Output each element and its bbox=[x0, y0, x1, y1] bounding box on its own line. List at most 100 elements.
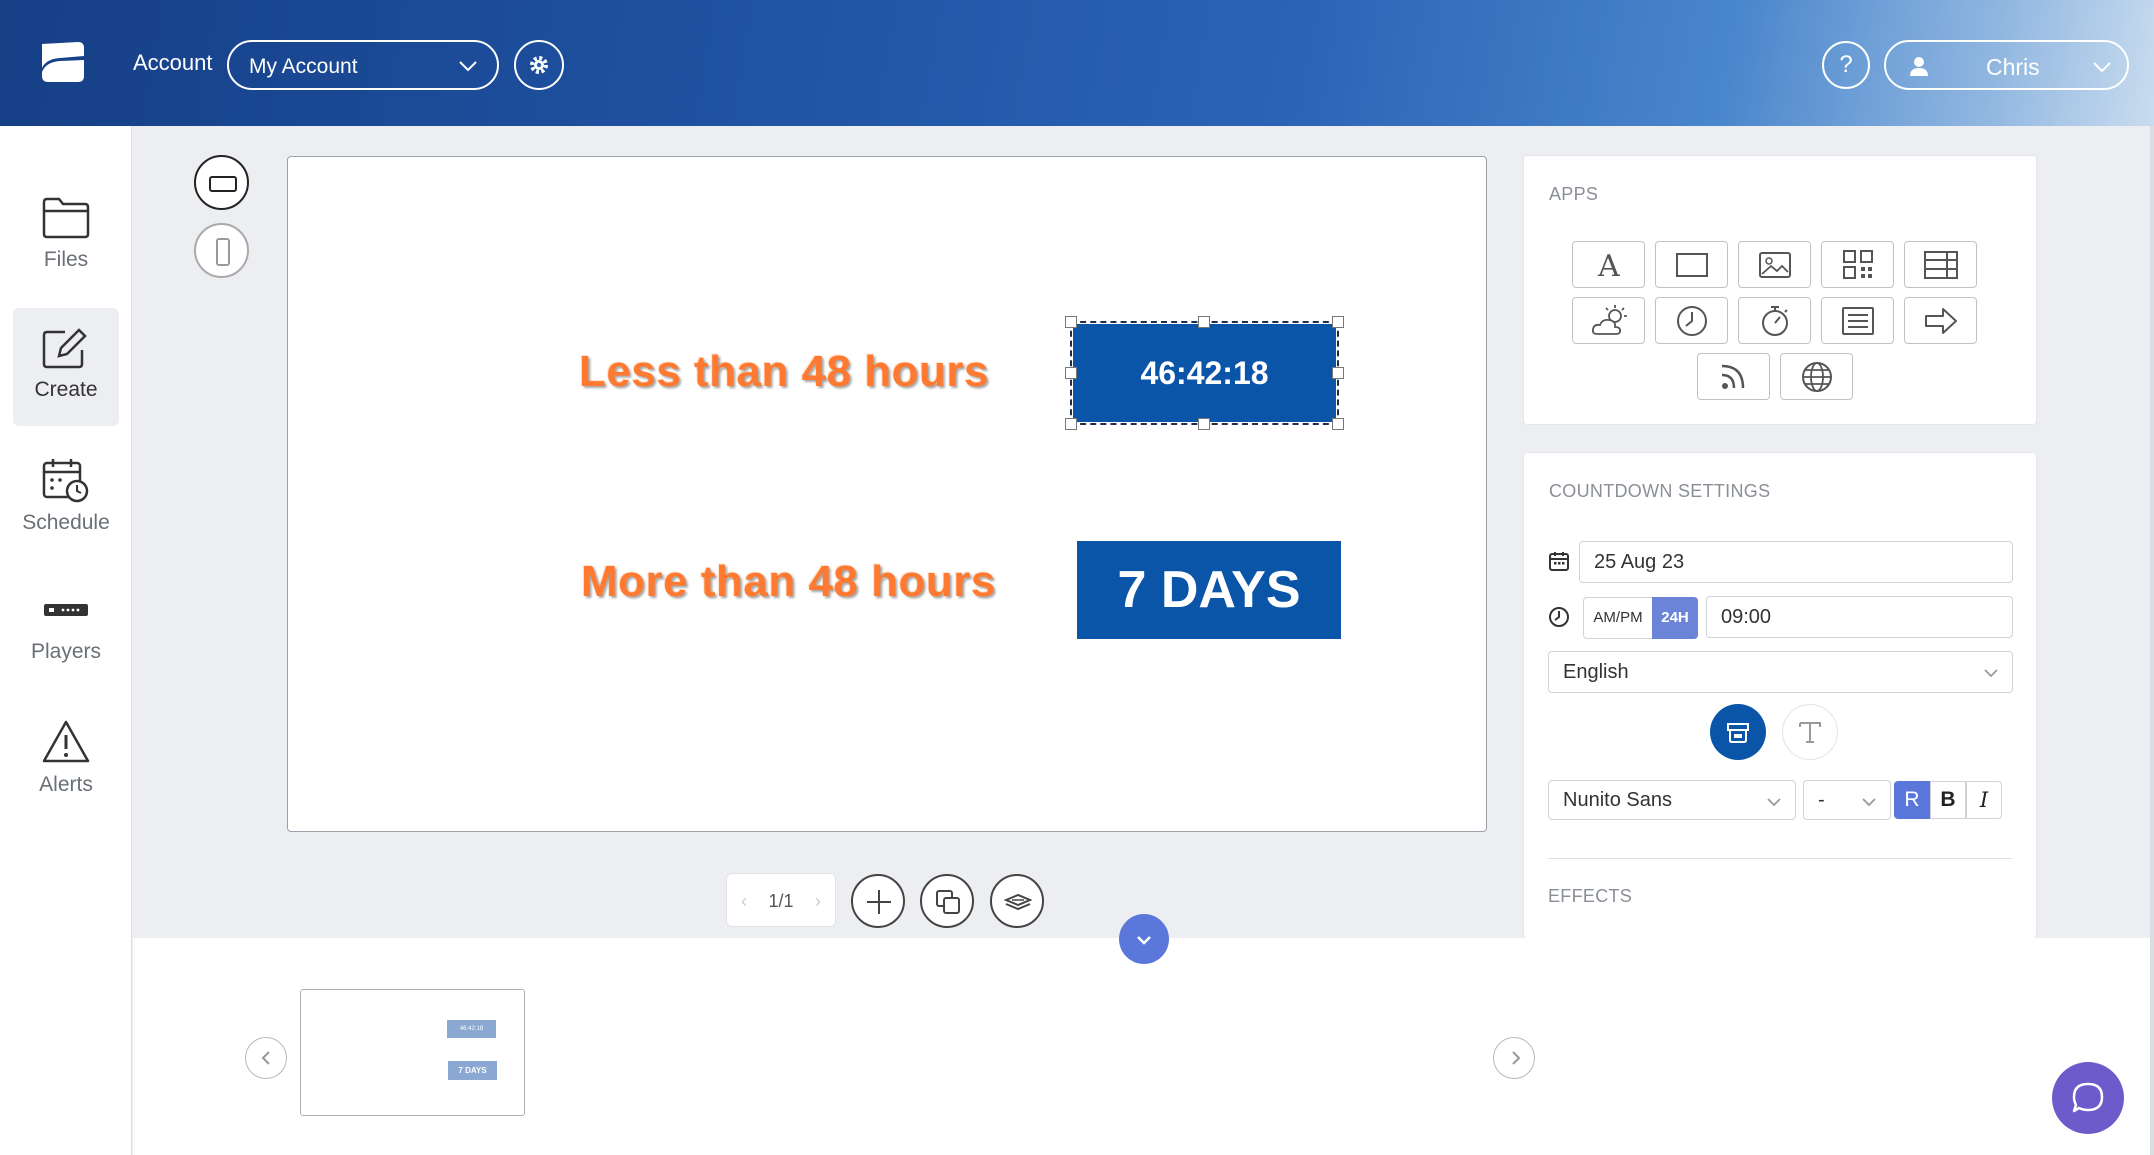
app-logo-icon[interactable] bbox=[38, 38, 88, 88]
24h-toggle[interactable]: 24H bbox=[1652, 597, 1698, 639]
warning-icon bbox=[42, 720, 90, 763]
regular-style-button[interactable]: R bbox=[1894, 781, 1930, 819]
thumbnail-timer: 46:42:18 bbox=[447, 1020, 496, 1038]
resize-handle[interactable] bbox=[1198, 316, 1210, 328]
sidebar-item-alerts[interactable]: Alerts bbox=[13, 701, 119, 819]
rectangle-icon bbox=[1676, 253, 1708, 277]
sidebar-item-create[interactable]: Create bbox=[13, 308, 119, 426]
chevron-down-icon bbox=[2093, 62, 2111, 73]
app-text[interactable]: A bbox=[1572, 241, 1645, 288]
app-countdown[interactable] bbox=[1738, 297, 1811, 344]
italic-style-button[interactable]: I bbox=[1966, 781, 2002, 819]
chevron-down-icon bbox=[1767, 798, 1781, 807]
language-select-value: English bbox=[1563, 661, 1629, 683]
chat-bubble-icon bbox=[2072, 1082, 2104, 1113]
add-slide-button[interactable] bbox=[851, 874, 905, 928]
text-mode-button[interactable] bbox=[1782, 704, 1838, 760]
calendar-clock-icon bbox=[42, 459, 89, 503]
prev-page-button[interactable]: ‹ bbox=[741, 874, 747, 928]
font-size-select[interactable]: - bbox=[1803, 780, 1891, 820]
style-mode-button[interactable] bbox=[1710, 704, 1766, 760]
resize-handle[interactable] bbox=[1065, 316, 1077, 328]
resize-handle[interactable] bbox=[1065, 367, 1077, 379]
text-icon: A bbox=[1597, 249, 1620, 282]
svg-text:A: A bbox=[1597, 249, 1620, 282]
app-weather[interactable] bbox=[1572, 297, 1645, 344]
resize-handle[interactable] bbox=[1065, 418, 1077, 430]
countdown-settings-title: COUNTDOWN SETTINGS bbox=[1549, 481, 1771, 501]
account-label: Account bbox=[133, 50, 213, 75]
help-button[interactable]: ? bbox=[1822, 41, 1870, 89]
web-icon bbox=[1802, 362, 1832, 392]
app-arrow[interactable] bbox=[1904, 297, 1977, 344]
user-menu-button[interactable]: Chris bbox=[1884, 40, 2129, 90]
sidebar-item-players[interactable]: Players bbox=[13, 570, 119, 688]
account-dropdown-value: My Account bbox=[249, 55, 358, 78]
countdown-icon bbox=[1762, 306, 1788, 336]
landscape-orientation-button[interactable] bbox=[194, 155, 249, 210]
countdown-settings-panel: COUNTDOWN SETTINGS bbox=[1523, 452, 2037, 938]
resize-handle[interactable] bbox=[1332, 418, 1344, 430]
calendar-icon bbox=[1549, 552, 1569, 571]
app-web[interactable] bbox=[1780, 353, 1853, 400]
thumbnails-prev-button[interactable] bbox=[245, 1037, 287, 1079]
app-qr-code[interactable] bbox=[1821, 241, 1894, 288]
thumbnails-next-button[interactable] bbox=[1493, 1037, 1535, 1079]
paint-bucket-icon bbox=[1727, 723, 1749, 743]
chevron-down-icon bbox=[1984, 669, 1998, 678]
clock-icon bbox=[1677, 306, 1707, 336]
list-icon bbox=[1842, 307, 1874, 335]
table-icon bbox=[1924, 251, 1958, 279]
more-than-label[interactable]: More than 48 hours bbox=[581, 557, 996, 607]
plus-icon bbox=[867, 890, 891, 914]
account-dropdown[interactable]: My Account bbox=[227, 40, 499, 90]
weather-icon bbox=[1591, 305, 1627, 335]
layers-button[interactable] bbox=[990, 874, 1044, 928]
sidebar-item-files[interactable]: Files bbox=[13, 178, 119, 296]
countdown-days-element[interactable]: 7 DAYS bbox=[1077, 541, 1341, 639]
app-list[interactable] bbox=[1821, 297, 1894, 344]
app-clock[interactable] bbox=[1655, 297, 1728, 344]
sidebar-item-label: Alerts bbox=[39, 773, 93, 796]
bold-style-button[interactable]: B bbox=[1930, 781, 1966, 819]
page-number: 1/1 bbox=[768, 891, 794, 911]
font-size-value: - bbox=[1818, 789, 1825, 811]
sidebar-item-label: Players bbox=[30, 640, 102, 663]
thumbnail-days: 7 DAYS bbox=[448, 1061, 497, 1080]
account-settings-button[interactable] bbox=[514, 40, 564, 90]
portrait-orientation-button[interactable] bbox=[194, 223, 249, 278]
font-family-select[interactable]: Nunito Sans bbox=[1548, 780, 1796, 820]
gear-icon bbox=[530, 56, 548, 74]
app-table[interactable] bbox=[1904, 241, 1977, 288]
landscape-icon bbox=[209, 176, 237, 192]
sidebar-item-label: Files bbox=[43, 248, 89, 271]
countdown-time-input[interactable]: 09:00 bbox=[1706, 596, 2013, 638]
countdown-date-input[interactable]: 25 Aug 23 bbox=[1579, 541, 2013, 583]
chevron-right-icon bbox=[1512, 1051, 1521, 1065]
collapse-panel-button[interactable] bbox=[1119, 914, 1169, 964]
duplicate-slide-button[interactable] bbox=[920, 874, 974, 928]
app-shape[interactable] bbox=[1655, 241, 1728, 288]
slide-canvas[interactable]: Less than 48 hours 46:42:18 More than 48… bbox=[287, 156, 1487, 832]
resize-handle[interactable] bbox=[1332, 316, 1344, 328]
resize-handle[interactable] bbox=[1332, 367, 1344, 379]
ampm-toggle[interactable]: AM/PM bbox=[1583, 597, 1653, 639]
next-page-button[interactable]: › bbox=[815, 874, 821, 928]
chevron-down-icon bbox=[1137, 936, 1151, 945]
font-family-value: Nunito Sans bbox=[1563, 789, 1672, 811]
app-rss[interactable] bbox=[1697, 353, 1770, 400]
chat-support-button[interactable] bbox=[2052, 1062, 2124, 1134]
selection-frame bbox=[1070, 321, 1339, 425]
qr-code-icon bbox=[1843, 250, 1873, 279]
apps-title: APPS bbox=[1549, 184, 1599, 204]
app-image[interactable] bbox=[1738, 241, 1811, 288]
language-select[interactable]: English bbox=[1548, 651, 2013, 693]
sidebar-item-schedule[interactable]: Schedule bbox=[13, 439, 119, 557]
clock-icon bbox=[1549, 607, 1569, 627]
top-header: Account My Account ? Chris bbox=[0, 0, 2154, 126]
layers-icon bbox=[1004, 893, 1032, 911]
less-than-label[interactable]: Less than 48 hours bbox=[579, 347, 989, 397]
scrollbar-track[interactable] bbox=[2150, 126, 2154, 1155]
slide-thumbnail[interactable]: 46:42:18 7 DAYS bbox=[300, 989, 525, 1116]
resize-handle[interactable] bbox=[1198, 418, 1210, 430]
